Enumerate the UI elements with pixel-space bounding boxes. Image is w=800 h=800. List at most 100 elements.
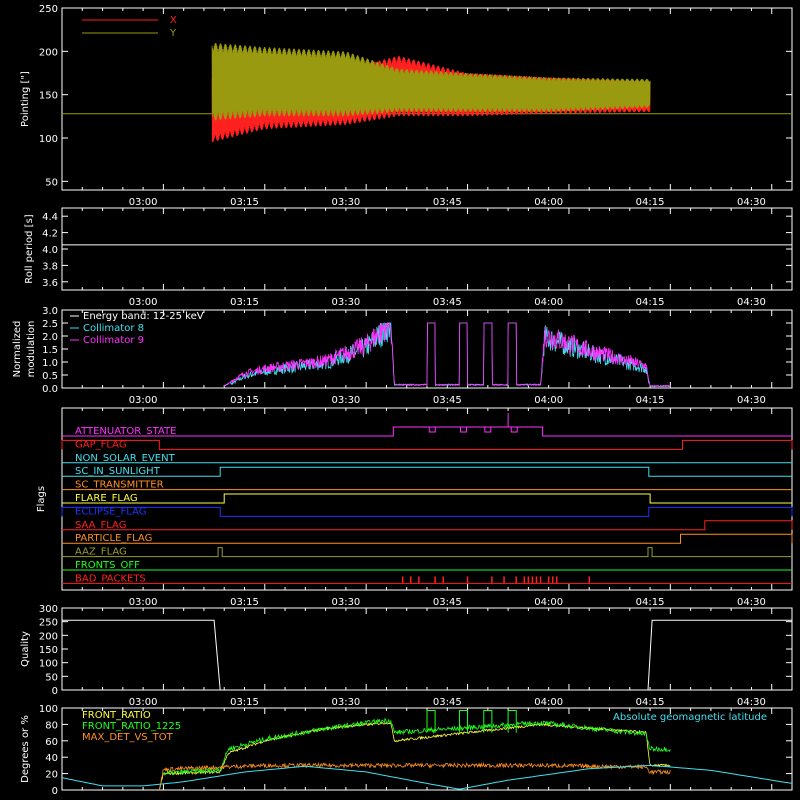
ratios-ytick-label-1: 20 <box>45 770 58 781</box>
flag-label-10: FRONTS_OFF <box>75 560 140 571</box>
pointing-legend-y-label: Y <box>169 28 177 39</box>
flags-xtick-label-5: 04:15 <box>636 597 665 608</box>
ratios-legend-0: FRONT_RATIO <box>82 710 151 721</box>
roll-xtick-label-1: 03:15 <box>230 297 259 308</box>
modulation-xtick-label-5: 04:15 <box>636 395 665 406</box>
flag-label-9: AAZ_FLAG <box>75 547 127 558</box>
roll-frame <box>61 207 793 291</box>
quality-xtick-label-5: 04:15 <box>636 697 665 708</box>
ratios-legend-3: Absolute geomagnetic latitude <box>613 712 767 723</box>
pointing-ytick-label-4: 250 <box>39 4 58 15</box>
flag-label-8: PARTICLE_FLAG <box>75 533 152 544</box>
flags-xtick-label-4: 04:00 <box>534 597 563 608</box>
flags-xtick-label-6: 04:30 <box>737 597 766 608</box>
pointing-xtick-label-4: 04:00 <box>534 197 563 208</box>
flag-line-8 <box>62 533 793 544</box>
modulation-legend-1: Collimator 8 <box>83 323 144 334</box>
flag-notch-0-3 <box>510 427 518 433</box>
flags-ylabel: Flags <box>36 486 47 512</box>
quality-ytick-label-4: 200 <box>39 631 58 642</box>
roll-ylabel: Roll period [s] <box>24 214 35 283</box>
ratios-legend-2: MAX_DET_VS_TOT <box>82 732 174 743</box>
pointing-series-Y <box>211 43 651 121</box>
roll-xtick-label-5: 04:15 <box>636 297 665 308</box>
ratios-series-0 <box>158 721 671 791</box>
flag-line-5 <box>62 493 792 504</box>
modulation-ytick-label-5: 2.5 <box>42 319 58 330</box>
roll-ytick-label-0: 3.6 <box>42 278 58 289</box>
pointing-ytick-label-2: 150 <box>39 91 58 102</box>
modulation-xtick-label-2: 03:30 <box>331 395 360 406</box>
roll-ytick-label-2: 4.0 <box>42 245 58 256</box>
flag-line-9 <box>62 547 792 558</box>
ratios-ytick-label-5: 100 <box>39 704 58 715</box>
flag-label-6: ECLIPSE_FLAG <box>75 506 146 517</box>
flag-label-5: FLARE_FLAG <box>75 493 138 504</box>
roll-xtick-label-4: 04:00 <box>534 297 563 308</box>
pointing-xtick-label-1: 03:15 <box>230 197 259 208</box>
quality-line <box>62 619 792 691</box>
modulation-legend-0: Energy band: 12-25 keV <box>83 311 204 322</box>
flag-notch-0-2 <box>484 427 492 433</box>
roll-xtick-label-0: 03:00 <box>129 297 158 308</box>
flags-xtick-label-1: 03:15 <box>230 597 259 608</box>
quality-ytick-label-1: 50 <box>45 672 58 683</box>
modulation-xtick-label-6: 04:30 <box>737 395 766 406</box>
pointing-xtick-label-0: 03:00 <box>129 197 158 208</box>
modulation-xtick-label-0: 03:00 <box>129 395 158 406</box>
modulation-legend-2: Collimator 9 <box>83 335 144 346</box>
modulation-xtick-label-4: 04:00 <box>534 395 563 406</box>
flag-label-11: BAD_PACKETS <box>75 573 146 584</box>
flag-label-2: NON_SOLAR_EVENT <box>75 453 176 464</box>
quality-ytick-label-0: 0 <box>52 686 58 697</box>
modulation-ytick-label-0: 0.0 <box>42 384 58 395</box>
ratios-ytick-label-3: 60 <box>45 737 58 748</box>
flag-line-3 <box>62 466 792 477</box>
ratios-legend-1: FRONT_RATIO_1225 <box>82 721 181 732</box>
quality-xtick-label-6: 04:30 <box>737 697 766 708</box>
quality-xtick-label-2: 03:30 <box>331 697 360 708</box>
quality-xtick-label-4: 04:00 <box>534 697 563 708</box>
pointing-xtick-label-6: 04:30 <box>737 197 766 208</box>
flag-notch-0-0 <box>428 427 436 433</box>
roll-xtick-label-3: 03:45 <box>433 297 462 308</box>
roll-xtick-label-2: 03:30 <box>331 297 360 308</box>
pointing-ytick-label-0: 50 <box>45 177 58 188</box>
flag-label-4: SC_TRANSMITTER <box>75 480 164 491</box>
flag-label-7: SAA_FLAG <box>75 520 126 531</box>
pointing-xtick-label-5: 04:15 <box>636 197 665 208</box>
ratios-series-2 <box>158 761 671 791</box>
quality-xtick-label-0: 03:00 <box>129 697 158 708</box>
ratios-series-3 <box>61 764 793 790</box>
flag-notch-0-1 <box>460 427 467 433</box>
flags-xtick-label-3: 03:45 <box>433 597 462 608</box>
pointing-ytick-label-1: 100 <box>39 134 58 145</box>
modulation-ytick-label-1: 0.5 <box>42 371 58 382</box>
quality-ytick-label-3: 150 <box>39 645 58 656</box>
roll-ytick-label-3: 4.2 <box>42 229 58 240</box>
pointing-xtick-label-3: 03:45 <box>433 197 462 208</box>
flag-label-1: GAP_FLAG <box>75 439 127 450</box>
quality-ytick-label-5: 250 <box>39 618 58 629</box>
quality-xtick-label-1: 03:15 <box>230 697 259 708</box>
flag-line-6 <box>61 506 793 517</box>
flag-line-1 <box>61 439 793 450</box>
flags-xtick-label-2: 03:30 <box>331 597 360 608</box>
roll-ytick-label-1: 3.8 <box>42 261 58 272</box>
flags-xtick-label-0: 03:00 <box>129 597 158 608</box>
quality-xtick-label-3: 03:45 <box>433 697 462 708</box>
flag-label-0: ATTENUATOR_STATE <box>75 426 176 437</box>
quality-ytick-label-6: 300 <box>39 604 58 615</box>
pointing-xtick-label-2: 03:30 <box>331 197 360 208</box>
pointing-ylabel: Pointing ["] <box>20 71 31 127</box>
modulation-series-collimator-9 <box>223 321 671 388</box>
pointing-legend-x-label: X <box>170 15 177 26</box>
ratios-ytick-label-0: 0 <box>52 786 58 797</box>
ratios-ylabel: Degrees or % <box>20 715 31 783</box>
modulation-ytick-label-6: 3.0 <box>42 306 58 317</box>
quality-ytick-label-2: 100 <box>39 659 58 670</box>
flag-label-3: SC_IN_SUNLIGHT <box>75 466 161 477</box>
roll-xtick-label-6: 04:30 <box>737 297 766 308</box>
modulation-ylabel-2: modulation <box>26 321 37 378</box>
modulation-ytick-label-4: 2.0 <box>42 332 58 343</box>
